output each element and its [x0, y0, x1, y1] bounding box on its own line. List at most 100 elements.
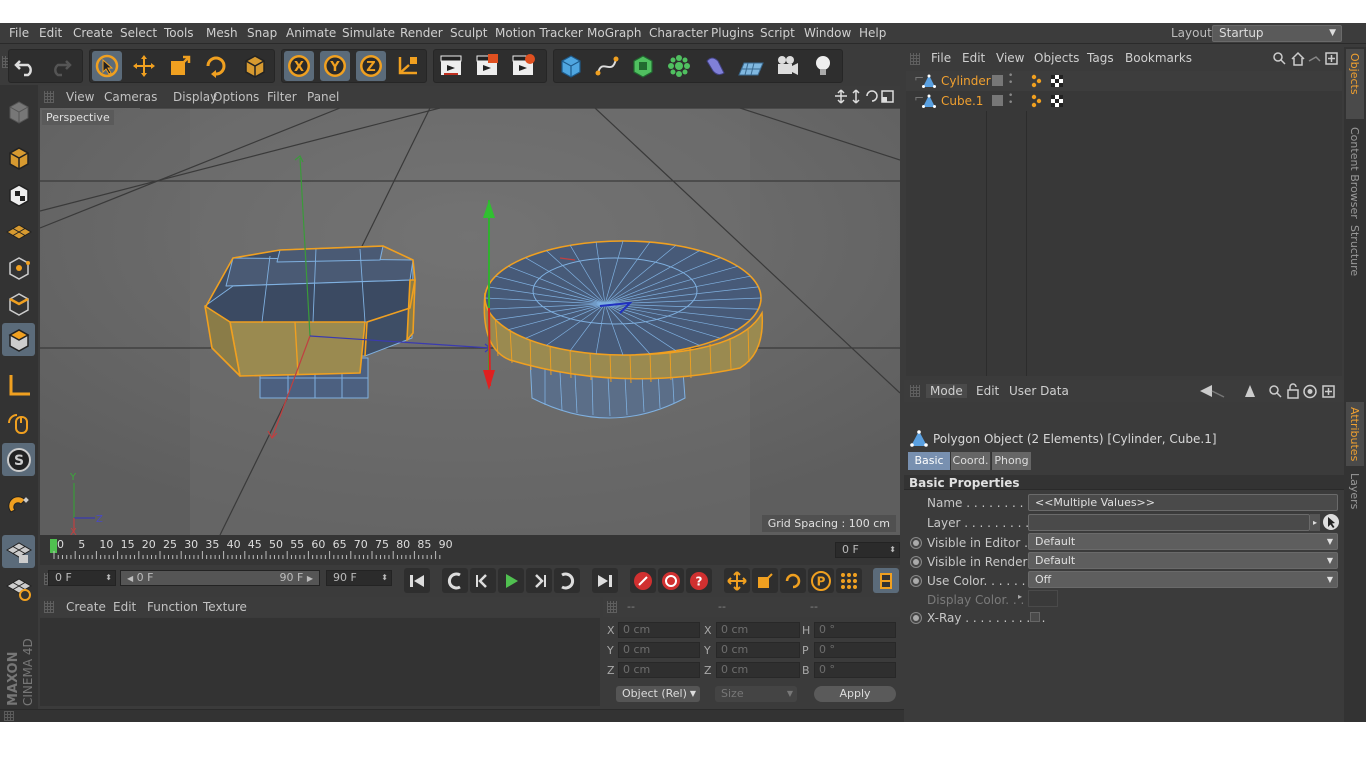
object-name[interactable]: Cube.1	[941, 94, 983, 108]
cube-object-icon[interactable]	[556, 51, 586, 81]
tab-layers[interactable]: Layers	[1348, 473, 1361, 509]
attr-menu-mode[interactable]: Mode	[926, 384, 967, 398]
object-menu-objects[interactable]: Objects	[1034, 51, 1079, 65]
floor-scene-icon[interactable]	[736, 51, 766, 81]
pos-y-field[interactable]: 0 cm	[618, 642, 700, 658]
object-menu-file[interactable]: File	[931, 51, 951, 65]
tab-coord[interactable]: Coord.	[950, 452, 990, 470]
keyframe-selection-icon[interactable]: ?	[686, 568, 712, 593]
expand-arrow-icon[interactable]: ▸	[1018, 592, 1022, 601]
viewport-menu-display[interactable]: Display	[173, 90, 217, 104]
menu-help[interactable]: Help	[859, 26, 886, 40]
polygons-mode-icon[interactable]	[2, 323, 35, 356]
tab-objects[interactable]: Objects	[1348, 53, 1361, 95]
object-menu-view[interactable]: View	[996, 51, 1024, 65]
rot-p-field[interactable]: 0 °	[814, 642, 896, 658]
material-area[interactable]	[40, 618, 600, 706]
size-y-field[interactable]: 0 cm	[716, 642, 800, 658]
menu-tools[interactable]: Tools	[164, 26, 194, 40]
edges-mode-icon[interactable]	[2, 287, 35, 320]
material-menu-create[interactable]: Create	[66, 600, 106, 614]
move-icon[interactable]	[129, 51, 159, 81]
object-row-cylinder[interactable]: ⌐ Cylinder • •	[906, 71, 1342, 91]
key-parameter-icon[interactable]: P	[808, 568, 834, 593]
menu-motion-tracker[interactable]: Motion Tracker	[495, 26, 583, 40]
key-scale-icon[interactable]	[752, 568, 778, 593]
pos-z-field[interactable]: 0 cm	[618, 662, 700, 678]
previous-frame-icon[interactable]	[470, 568, 496, 593]
xray-checkbox[interactable]	[1030, 612, 1040, 622]
tab-basic[interactable]: Basic	[908, 452, 950, 470]
tab-phong[interactable]: Phong	[991, 452, 1031, 470]
menu-simulate[interactable]: Simulate	[342, 26, 395, 40]
phong-tag-icon[interactable]	[1031, 74, 1067, 88]
start-frame-field[interactable]: 0 F ⬍	[48, 570, 116, 586]
perspective-viewport[interactable]: Y Z X Perspective Grid Spacing : 100 cm	[40, 108, 900, 535]
material-menu-texture[interactable]: Texture	[203, 600, 247, 614]
material-menu-function[interactable]: Function	[147, 600, 198, 614]
menu-render[interactable]: Render	[400, 26, 443, 40]
viewport-scene[interactable]: Y Z X	[40, 108, 900, 535]
vis-render-radio[interactable]	[910, 556, 922, 568]
z-axis-lock-icon[interactable]: Z	[356, 51, 386, 81]
scale-icon[interactable]	[165, 51, 195, 81]
next-key-icon[interactable]	[554, 568, 580, 593]
texture-mode-icon[interactable]	[2, 178, 35, 211]
object-menu-tags[interactable]: Tags	[1087, 51, 1114, 65]
menu-sculpt[interactable]: Sculpt	[450, 26, 487, 40]
planar-workplane-icon[interactable]	[2, 571, 35, 604]
vis-editor-select[interactable]: Default ▼	[1028, 533, 1338, 550]
render-settings-icon[interactable]	[508, 51, 538, 81]
viewport-menu-view[interactable]: View	[66, 90, 94, 104]
attr-menu-edit[interactable]: Edit	[976, 384, 999, 398]
size-z-field[interactable]: 0 cm	[716, 662, 800, 678]
name-field[interactable]: <<Multiple Values>>	[1028, 494, 1338, 511]
layer-icon[interactable]	[992, 75, 1003, 86]
subdivision-surface-icon[interactable]	[628, 51, 658, 81]
object-manager-tools[interactable]	[1272, 50, 1342, 68]
coordinate-system-icon[interactable]	[393, 51, 423, 81]
coordinate-mode-select[interactable]: Object (Rel) ▼	[616, 686, 700, 702]
object-menu-edit[interactable]: Edit	[962, 51, 985, 65]
previous-key-icon[interactable]	[442, 568, 468, 593]
render-view-icon[interactable]	[436, 51, 466, 81]
key-point-level-icon[interactable]	[836, 568, 862, 593]
display-color-swatch[interactable]	[1028, 590, 1058, 607]
vis-render-select[interactable]: Default ▼	[1028, 552, 1338, 569]
viewport-menu-options[interactable]: Options	[213, 90, 259, 104]
attribute-manager-tools[interactable]	[1198, 383, 1342, 400]
menu-snap[interactable]: Snap	[247, 26, 277, 40]
magnet-icon[interactable]	[2, 489, 35, 522]
deformer-bend-icon[interactable]	[700, 51, 730, 81]
recent-tools-icon[interactable]	[240, 51, 270, 81]
redo-icon[interactable]	[46, 51, 76, 81]
object-tree[interactable]: ⌐ Cylinder • • ⌐ Cube.1 • •	[906, 71, 1342, 376]
rotate-icon[interactable]	[201, 51, 231, 81]
timeline-ruler[interactable]: 0 5 10 15 20 25 30 35 40 45 50 55 60 65 70 75 80 85 90 0 F…	[40, 535, 900, 565]
menu-character[interactable]: Character	[649, 26, 708, 40]
layer-icon[interactable]	[992, 95, 1003, 106]
object-name[interactable]: Cylinder	[941, 74, 991, 88]
viewport-navigation-icons[interactable]	[834, 89, 898, 104]
live-selection-icon[interactable]	[92, 51, 122, 81]
play-icon[interactable]	[498, 568, 524, 593]
end-frame-field[interactable]: 90 F ⬍	[326, 570, 392, 586]
autokeying-icon[interactable]	[658, 568, 684, 593]
next-frame-icon[interactable]	[526, 568, 552, 593]
undo-icon[interactable]	[10, 51, 40, 81]
render-picture-viewer-icon[interactable]	[472, 51, 502, 81]
menu-edit[interactable]: Edit	[39, 26, 62, 40]
size-mode-select[interactable]: Size ▼	[715, 686, 797, 702]
use-color-select[interactable]: Off ▼	[1028, 571, 1338, 588]
tab-attributes[interactable]: Attributes	[1348, 407, 1361, 461]
current-frame-field[interactable]: 0 F ⬍	[835, 542, 900, 558]
spline-pen-icon[interactable]	[592, 51, 622, 81]
lock-workplane-icon[interactable]	[2, 535, 35, 568]
snapping-icon[interactable]: S	[2, 443, 35, 476]
light-icon[interactable]	[808, 51, 838, 81]
pos-x-field[interactable]: 0 cm	[618, 622, 700, 638]
viewport-menu-panel[interactable]: Panel	[307, 90, 339, 104]
vis-editor-radio[interactable]	[910, 537, 922, 549]
menu-select[interactable]: Select	[120, 26, 157, 40]
xray-radio[interactable]	[910, 612, 922, 624]
